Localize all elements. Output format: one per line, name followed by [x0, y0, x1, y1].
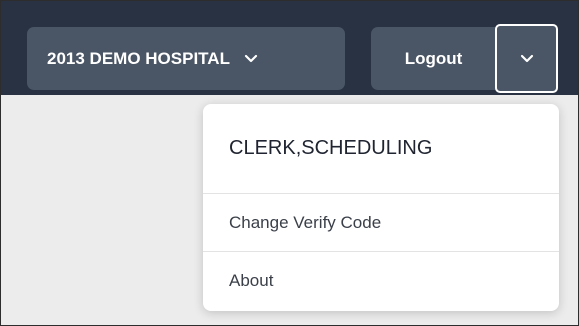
logout-label: Logout	[404, 48, 463, 68]
top-navigation-bar: 2013 DEMO HOSPITAL Logout	[1, 1, 578, 95]
chevron-down-icon	[244, 54, 258, 64]
chevron-down-icon	[520, 54, 534, 64]
user-dropdown-menu: CLERK,SCHEDULING Change Verify Code Abou…	[203, 104, 559, 311]
about-menu-item[interactable]: About	[203, 252, 559, 310]
logout-button-group: Logout	[371, 24, 558, 93]
facility-selector-label: 2013 DEMO HOSPITAL	[47, 48, 230, 68]
change-verify-code-menu-item[interactable]: Change Verify Code	[203, 194, 559, 252]
user-name-heading: CLERK,SCHEDULING	[203, 104, 559, 194]
app-window: 2013 DEMO HOSPITAL Logout CLERK,SCHEDULI…	[0, 0, 579, 326]
logout-button[interactable]: Logout	[371, 27, 496, 90]
user-menu-toggle-button[interactable]	[495, 24, 558, 93]
facility-selector-button[interactable]: 2013 DEMO HOSPITAL	[27, 27, 345, 90]
